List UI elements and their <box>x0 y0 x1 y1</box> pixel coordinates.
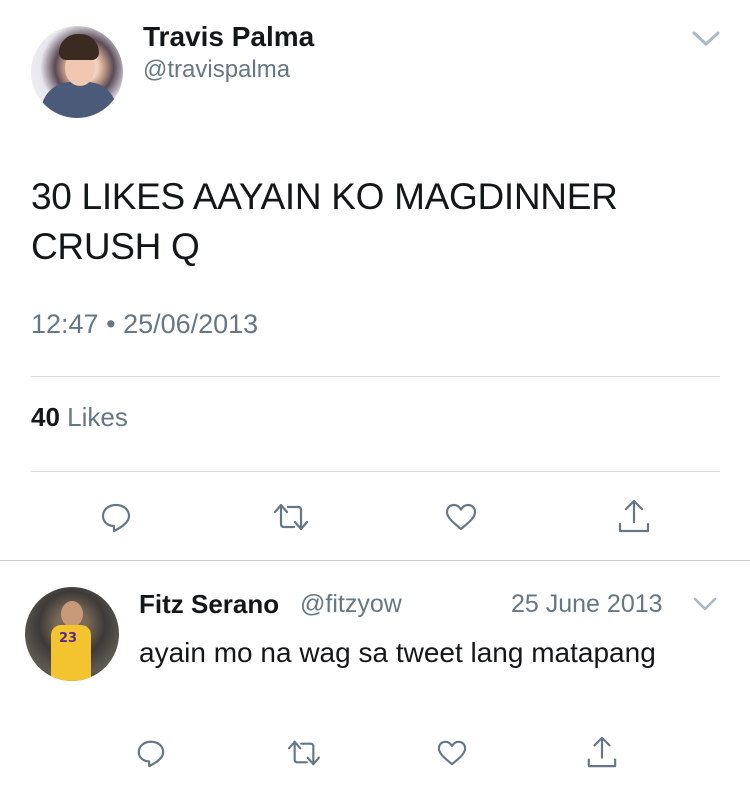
reply-date[interactable]: 25 June 2013 <box>511 590 663 619</box>
reply-author-name[interactable]: Fitz Serano <box>139 589 279 620</box>
main-tweet: Travis Palma @travispalma 30 LIKES AAYAI… <box>0 0 750 560</box>
tweet-time: 12:47 <box>31 309 99 339</box>
reply-icon[interactable] <box>100 501 132 533</box>
likes-count: 40 <box>31 402 60 432</box>
share-icon[interactable] <box>617 498 651 534</box>
retweet-icon[interactable] <box>272 502 310 532</box>
tweet-date: 25/06/2013 <box>123 309 259 339</box>
share-icon[interactable] <box>586 735 618 769</box>
timestamp-separator: • <box>106 309 116 339</box>
likes-label: Likes <box>67 402 128 432</box>
reply-text: ayain mo na wag sa tweet lang matapang <box>139 637 656 668</box>
like-icon[interactable] <box>444 502 478 532</box>
divider <box>31 376 720 377</box>
chevron-down-icon[interactable] <box>693 597 717 612</box>
divider <box>31 471 720 472</box>
tweet-timestamp[interactable]: 12:47 • 25/06/2013 <box>31 309 258 340</box>
reply-icon[interactable] <box>136 738 166 768</box>
divider <box>0 560 750 561</box>
author-avatar[interactable] <box>31 26 123 118</box>
chevron-down-icon[interactable] <box>691 30 721 48</box>
tweet-text: 30 LIKES AAYAIN KO MAGDINNER CRUSH Q <box>31 176 618 267</box>
retweet-icon[interactable] <box>286 739 322 767</box>
author-handle[interactable]: @travispalma <box>143 56 290 84</box>
likes-stat[interactable]: 40 Likes <box>31 402 128 433</box>
reply-author-handle[interactable]: @fitzyow <box>300 590 402 619</box>
like-icon[interactable] <box>436 739 468 767</box>
reply-author-avatar[interactable]: 23 <box>25 587 119 681</box>
author-name[interactable]: Travis Palma <box>143 21 314 53</box>
